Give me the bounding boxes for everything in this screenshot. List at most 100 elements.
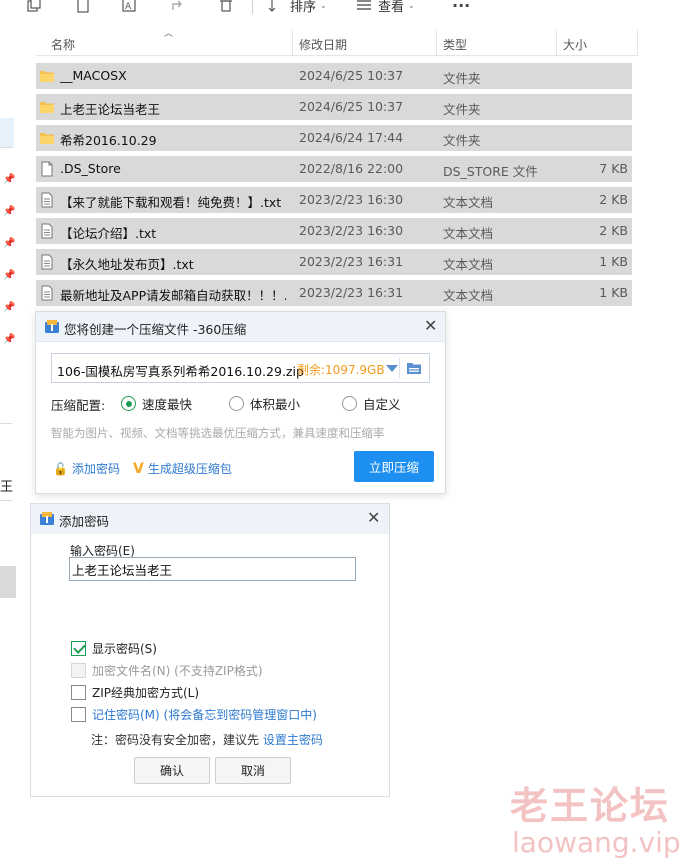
file-name: 【论坛介绍】.txt	[60, 226, 157, 241]
file-date: 2024/6/25 10:37	[299, 68, 404, 83]
file-type: 文件夹	[443, 133, 481, 148]
file-name: 【永久地址发布页】.txt	[60, 257, 194, 272]
password-input[interactable]	[69, 557, 356, 581]
file-row[interactable]: .DS_Store 2022/8/16 22:00 DS_STORE 文件 7 …	[36, 156, 632, 182]
show-password-checkbox[interactable]: 显示密码(S)	[71, 640, 157, 657]
pin-icon: 📌	[3, 270, 16, 281]
file-row[interactable]: 最新地址及APP请发邮箱自动获取！！！.... 2023/2/23 16:31 …	[36, 280, 632, 306]
column-size[interactable]: 大小	[563, 36, 587, 53]
add-password-link[interactable]: 🔓 添加密码	[53, 460, 120, 477]
checkbox-icon	[71, 685, 86, 700]
pin-icon: 📌	[3, 334, 16, 345]
close-icon[interactable]: ✕	[424, 318, 437, 334]
compress-now-button[interactable]: 立即压缩	[354, 451, 434, 482]
watermark-url: laowang.vip	[512, 826, 681, 859]
super-zip-link[interactable]: V 生成超级压缩包	[133, 460, 232, 477]
zip-classic-checkbox[interactable]: ZIP经典加密方式(L)	[71, 684, 199, 701]
file-list-header: ︿ 名称 修改日期 类型 大小	[36, 29, 638, 56]
delete-button[interactable]	[218, 0, 234, 16]
radio-fastest[interactable]: 速度最快	[121, 394, 192, 413]
file-name: 最新地址及APP请发邮箱自动获取！！！....	[60, 288, 286, 303]
navigation-pane: 📌 📌 📌 📌 📌 📌 王	[0, 18, 16, 867]
column-divider[interactable]	[637, 30, 638, 56]
close-icon[interactable]: ✕	[367, 510, 380, 526]
column-divider[interactable]	[292, 30, 293, 56]
text-file-icon	[41, 223, 53, 239]
checkbox-label: 加密文件名(N) (不支持ZIP格式)	[92, 664, 263, 678]
sort-icon	[268, 0, 276, 12]
trash-icon	[220, 0, 232, 12]
360zip-logo-icon	[45, 320, 59, 333]
password-dialog-titlebar[interactable]: 添加密码 ✕	[31, 504, 389, 534]
encrypt-filenames-checkbox[interactable]: 加密文件名(N) (不支持ZIP格式)	[71, 662, 263, 679]
set-master-password-link[interactable]: 设置主密码	[263, 733, 323, 747]
lock-icon: 🔓	[53, 461, 68, 476]
compress-dialog-title: 您将创建一个压缩文件 -360压缩	[64, 322, 247, 337]
nav-highlighted-item[interactable]	[0, 566, 16, 598]
column-type[interactable]: 类型	[443, 36, 467, 53]
copy-button[interactable]	[26, 0, 42, 16]
text-file-icon	[41, 285, 53, 301]
file-row[interactable]: 【来了就能下载和观看！纯免费！】.txt 2023/2/23 16:30 文本文…	[36, 187, 632, 213]
nav-divider	[0, 423, 12, 424]
file-date: 2023/2/23 16:31	[299, 254, 404, 269]
cancel-button[interactable]: 取消	[215, 757, 291, 784]
radio-custom[interactable]: 自定义	[342, 394, 401, 413]
paste-button[interactable]	[75, 0, 91, 16]
compress-hint: 智能为图片、视频、文档等挑选最优压缩方式，兼具速度和压缩率	[51, 426, 385, 440]
add-password-label: 添加密码	[71, 462, 120, 476]
share-button[interactable]	[170, 0, 186, 16]
file-row[interactable]: 【论坛介绍】.txt 2023/2/23 16:30 文本文档 2 KB	[36, 218, 632, 244]
chevron-down-icon: ⌄	[408, 0, 415, 10]
file-size: 1 KB	[599, 285, 628, 300]
sort-button[interactable]: 排序 ⌄	[268, 0, 327, 16]
file-type: DS_STORE 文件	[443, 164, 538, 179]
column-name[interactable]: 名称	[51, 36, 75, 53]
nav-item-label[interactable]: 王	[0, 476, 13, 495]
checkbox-icon	[71, 707, 86, 722]
compress-dialog-titlebar[interactable]: 您将创建一个压缩文件 -360压缩 ✕	[36, 312, 445, 342]
radio-smallest[interactable]: 体积最小	[229, 394, 300, 413]
nav-selected-item[interactable]	[0, 118, 14, 148]
file-row[interactable]: 希希2016.10.29 2024/6/24 17:44 文件夹	[36, 125, 632, 151]
toolbar-divider	[252, 0, 253, 14]
zip-path-field[interactable]: 106-国模私房写真系列希希2016.10.29.zip 剩余:1097.9GB	[51, 353, 430, 383]
copy-icon	[27, 0, 41, 12]
checkbox-icon	[71, 663, 86, 678]
checkbox-label: ZIP经典加密方式(L)	[92, 686, 200, 700]
nav-divider	[0, 500, 12, 501]
file-name: __MACOSX	[60, 68, 127, 83]
remember-password-checkbox[interactable]: 记住密码(M) (将会备忘到密码管理窗口中)	[71, 706, 317, 723]
radio-icon	[229, 396, 244, 411]
file-type: 文本文档	[443, 195, 494, 210]
compress-config-label: 压缩配置:	[51, 398, 106, 413]
file-name: 上老王论坛当老王	[60, 102, 161, 117]
360zip-logo-icon	[40, 512, 54, 525]
confirm-button[interactable]: 确认	[134, 757, 210, 784]
column-date[interactable]: 修改日期	[299, 36, 347, 53]
sort-label: 排序	[290, 0, 317, 15]
view-label: 查看	[378, 0, 405, 15]
view-icon	[357, 0, 371, 10]
security-note-text: 注：密码没有安全加密，建议先	[91, 733, 260, 747]
rename-button[interactable]: A	[121, 0, 137, 16]
more-button[interactable]: ···	[452, 0, 470, 16]
file-row[interactable]: 上老王论坛当老王 2024/6/25 10:37 文件夹	[36, 94, 632, 120]
super-zip-label: 生成超级压缩包	[147, 462, 232, 476]
zip-filename[interactable]: 106-国模私房写真系列希希2016.10.29.zip	[57, 361, 304, 380]
view-button[interactable]: 查看 ⌄	[356, 0, 415, 16]
radio-icon	[342, 396, 357, 411]
share-icon	[172, 0, 182, 10]
file-date: 2023/2/23 16:30	[299, 192, 404, 207]
column-divider[interactable]	[556, 30, 557, 56]
file-size: 7 KB	[599, 161, 628, 176]
file-row[interactable]: 【永久地址发布页】.txt 2023/2/23 16:31 文本文档 1 KB	[36, 249, 632, 275]
chevron-down-icon: ⌄	[320, 0, 327, 10]
file-date: 2023/2/23 16:30	[299, 223, 404, 238]
chevron-down-icon[interactable]	[386, 365, 398, 372]
file-size: 1 KB	[599, 254, 628, 269]
file-row[interactable]: __MACOSX 2024/6/25 10:37 文件夹	[36, 63, 632, 89]
text-file-icon	[41, 254, 53, 270]
browse-folder-icon[interactable]	[406, 361, 422, 375]
column-divider[interactable]	[436, 30, 437, 56]
